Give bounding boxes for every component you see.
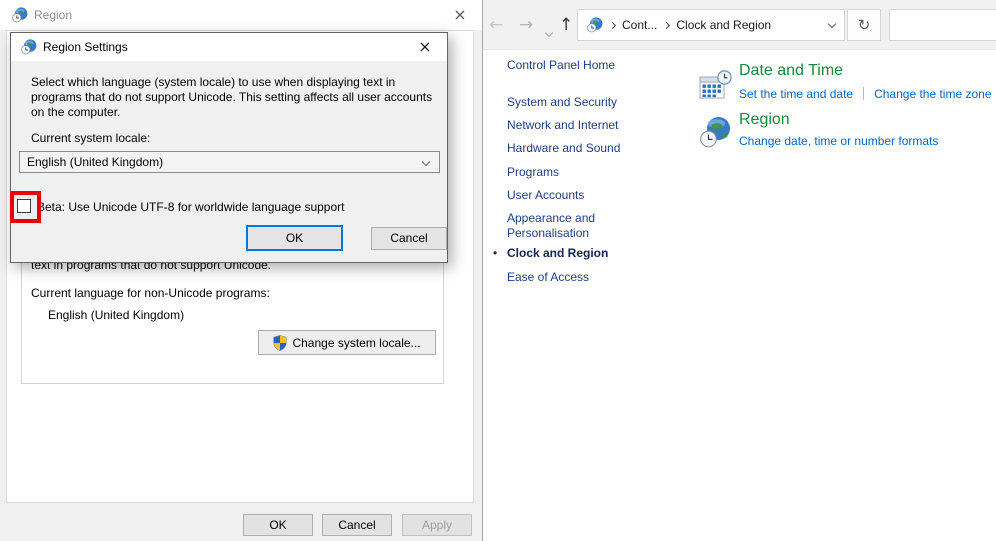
region-settings-ok-button[interactable]: OK — [246, 225, 343, 251]
forward-arrow-icon[interactable]: → — [519, 12, 533, 38]
screen: ← → ↑ Cont... Clock and Region — [0, 0, 996, 541]
region-icon[interactable] — [699, 116, 732, 152]
region-dialog-title: Region — [34, 8, 72, 22]
search-input[interactable] — [889, 9, 996, 41]
history-chevron-icon[interactable] — [546, 18, 552, 44]
active-item-bullet: • — [493, 246, 497, 260]
region-settings-titlebar[interactable]: Region Settings × — [11, 33, 447, 61]
sidebar-item-system-and-security[interactable]: System and Security — [507, 95, 652, 110]
sidebar-item-appearance-and-personalisation[interactable]: Appearance and Personalisation — [507, 211, 652, 241]
system-locale-dropdown[interactable]: English (United Kingdom) — [19, 151, 440, 173]
region-settings-cancel-button[interactable]: Cancel — [371, 227, 447, 250]
section-title-region[interactable]: Region — [739, 111, 790, 129]
utf8-beta-checkbox[interactable] — [17, 199, 31, 213]
breadcrumb-separator-icon — [609, 21, 616, 28]
address-dropdown-icon[interactable] — [828, 19, 836, 27]
uac-shield-icon — [273, 335, 287, 351]
region-settings-title: Region Settings — [43, 40, 128, 54]
region-ok-button[interactable]: OK — [243, 514, 313, 536]
control-panel-window: ← → ↑ Cont... Clock and Region — [483, 0, 996, 541]
back-arrow-icon[interactable]: ← — [489, 12, 503, 38]
region-settings-description: Select which language (system locale) to… — [31, 75, 443, 120]
sidebar-item-hardware-and-sound[interactable]: Hardware and Sound — [507, 141, 652, 156]
region-settings-icon — [21, 39, 37, 58]
sidebar-item-clock-and-region[interactable]: Clock and Region — [507, 246, 652, 261]
section-title-date-and-time[interactable]: Date and Time — [739, 62, 843, 80]
link-change-formats[interactable]: Change date, time or number formats — [739, 134, 938, 148]
region-settings-dialog: Region Settings × Select which language … — [10, 32, 448, 263]
chevron-down-icon — [422, 158, 430, 166]
address-bar[interactable]: Cont... Clock and Region — [577, 9, 845, 41]
sidebar-item-user-accounts[interactable]: User Accounts — [507, 188, 652, 203]
sidebar-item-programs[interactable]: Programs — [507, 165, 652, 180]
current-language-value: English (United Kingdom) — [48, 308, 184, 322]
breadcrumb-root[interactable]: Cont... — [622, 18, 657, 32]
close-icon[interactable]: × — [446, 3, 474, 27]
sidebar-item-ease-of-access[interactable]: Ease of Access — [507, 270, 652, 285]
region-dialog-titlebar[interactable]: Region × — [0, 0, 482, 30]
up-arrow-icon[interactable]: ↑ — [559, 12, 573, 38]
change-system-locale-label: Change system locale... — [292, 336, 420, 350]
sidebar-item-network-and-internet[interactable]: Network and Internet — [507, 118, 652, 133]
breadcrumb-current[interactable]: Clock and Region — [676, 18, 771, 32]
utf8-beta-checkbox-label: Beta: Use Unicode UTF-8 for worldwide la… — [37, 200, 345, 214]
current-system-locale-label: Current system locale: — [31, 131, 150, 145]
region-apply-button[interactable]: Apply — [402, 514, 472, 536]
link-set-time-and-date[interactable]: Set the time and date — [739, 87, 853, 101]
breadcrumb-separator-icon — [663, 21, 670, 28]
sidebar-item-control-panel-home[interactable]: Control Panel Home — [507, 58, 652, 73]
close-icon[interactable]: × — [411, 35, 439, 59]
refresh-button[interactable]: ↻ — [847, 9, 881, 41]
date-time-icon[interactable] — [699, 70, 732, 106]
link-divider — [863, 87, 864, 100]
system-locale-value: English (United Kingdom) — [27, 155, 163, 169]
region-cancel-button[interactable]: Cancel — [322, 514, 392, 536]
date-time-links: Set the time and date Change the time zon… — [739, 87, 992, 101]
current-language-label: Current language for non-Unicode program… — [31, 286, 270, 300]
link-change-time-zone[interactable]: Change the time zone — [874, 87, 991, 101]
change-system-locale-button[interactable]: Change system locale... — [258, 330, 436, 355]
explorer-toolbar: ← → ↑ Cont... Clock and Region — [483, 0, 996, 50]
clock-region-icon — [587, 17, 603, 33]
region-dialog-icon — [12, 7, 28, 26]
region-dialog: Region × text in programs that do not su… — [0, 0, 483, 541]
